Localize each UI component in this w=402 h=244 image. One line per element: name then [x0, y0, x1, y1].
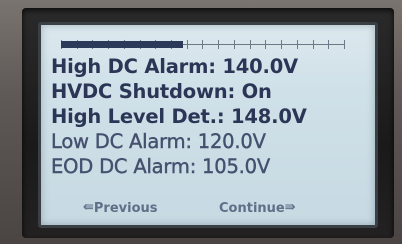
menu-scroll-indicator — [61, 39, 345, 51]
setting-high-dc-alarm[interactable]: High DC Alarm: 140.0V — [51, 54, 371, 79]
setting-low-dc-alarm[interactable]: Low DC Alarm: 120.0V — [51, 129, 371, 154]
setting-high-level-detect[interactable]: High Level Det.: 148.0V — [51, 104, 371, 129]
scroll-tick — [233, 40, 235, 49]
scroll-tick — [249, 40, 251, 49]
scroll-tick — [186, 40, 188, 49]
previous-label: Previous — [93, 200, 158, 216]
scroll-tick — [218, 40, 220, 49]
scroll-thumb — [61, 41, 183, 48]
scroll-tick — [312, 40, 314, 49]
continue-button[interactable]: Continue ⇛ — [219, 200, 296, 216]
left-arrow-icon: ⇚ — [83, 200, 94, 215]
lcd-screen: High DC Alarm: 140.0V HVDC Shutdown: On … — [38, 22, 378, 228]
previous-button[interactable]: ⇚ Previous — [83, 200, 158, 216]
navigation-bar: ⇚ Previous Continue ⇛ — [41, 200, 375, 218]
scroll-tick — [343, 40, 345, 49]
setting-hvdc-shutdown[interactable]: HVDC Shutdown: On — [51, 79, 371, 104]
scroll-tick — [265, 40, 267, 49]
scroll-tick — [296, 40, 298, 49]
scroll-tick — [281, 40, 283, 49]
continue-label: Continue — [219, 200, 285, 216]
setting-eod-dc-alarm[interactable]: EOD DC Alarm: 105.0V — [51, 154, 371, 179]
right-arrow-icon: ⇛ — [284, 200, 296, 215]
scroll-tick — [202, 40, 204, 49]
scroll-tick — [328, 40, 330, 49]
settings-list: High DC Alarm: 140.0V HVDC Shutdown: On … — [51, 54, 371, 179]
